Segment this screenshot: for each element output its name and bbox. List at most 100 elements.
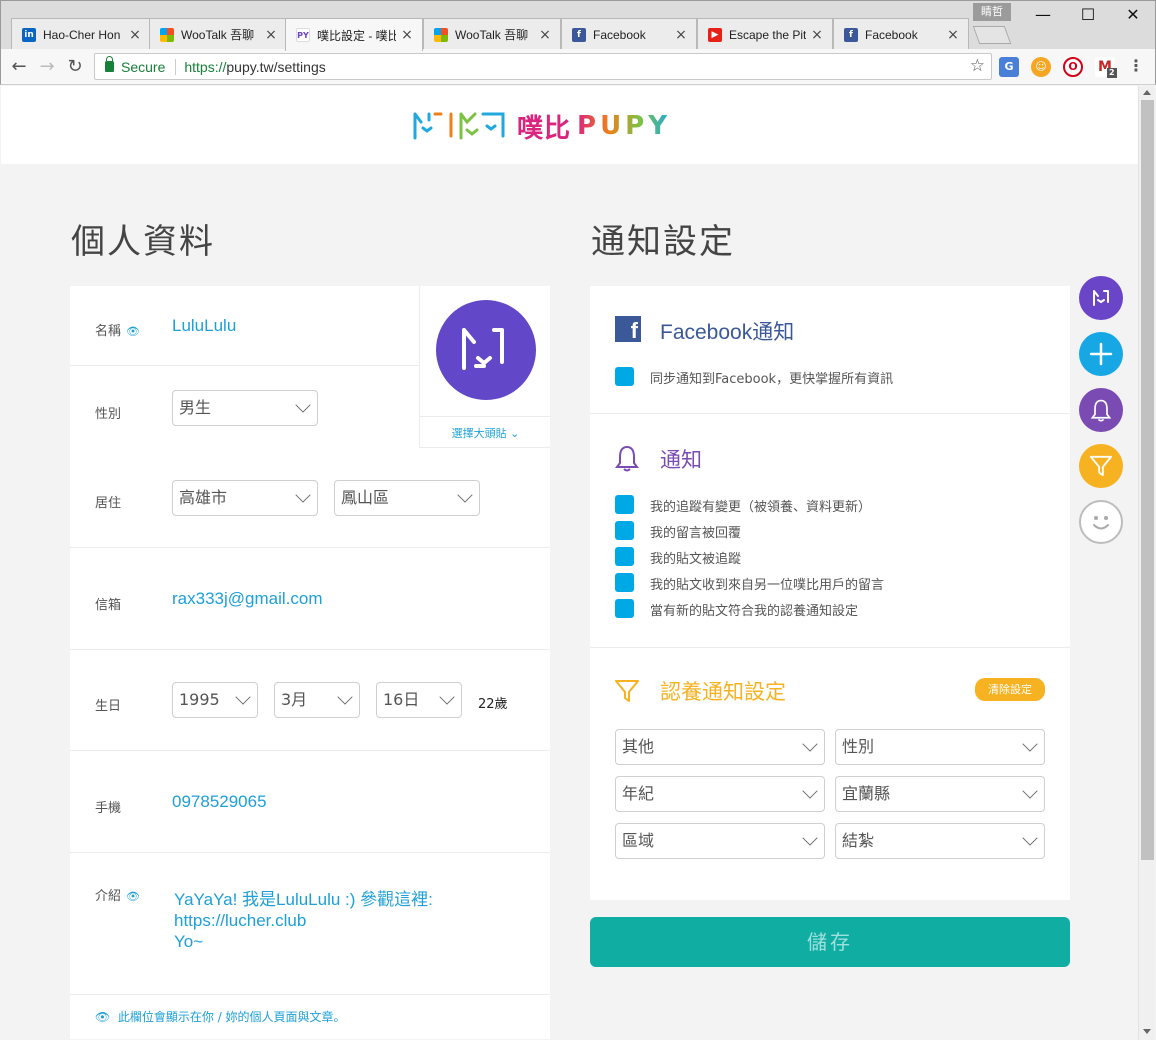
smiley-icon — [1093, 516, 1109, 530]
browser-toolbar: ← → ↻ Secure https://pupy.tw/settings ☆ … — [0, 49, 1156, 85]
youtube-icon: ▶ — [708, 27, 722, 42]
brand-latin-text: PUPY — [577, 111, 672, 141]
url-path: pupy.tw/settings — [226, 58, 326, 75]
filter-fab[interactable] — [1079, 444, 1123, 488]
add-post-fab[interactable] — [1079, 332, 1123, 376]
chevron-down-icon — [295, 487, 311, 503]
checkbox[interactable] — [615, 573, 634, 592]
city-select[interactable]: 高雄市 — [172, 480, 318, 516]
emoji-extension-icon[interactable]: ☺ — [1031, 57, 1051, 77]
day-select-value: 16日 — [383, 690, 420, 709]
page-scrollbar[interactable] — [1138, 86, 1155, 1040]
checkbox[interactable] — [615, 599, 634, 618]
address-bar[interactable]: Secure https://pupy.tw/settings ☆ — [94, 53, 992, 80]
save-button[interactable]: 儲存 — [590, 917, 1070, 967]
gender-select[interactable]: 男生 — [172, 390, 318, 426]
age-text: 22歲 — [478, 697, 508, 712]
pupy-logo[interactable]: 噗比 PUPY — [411, 106, 671, 146]
county-select-value: 宜蘭縣 — [842, 784, 891, 803]
url-scheme: https:// — [184, 58, 227, 75]
choose-avatar-text: 選擇大頭貼 — [451, 427, 507, 440]
cat-face-icon — [462, 328, 504, 370]
county-select[interactable]: 宜蘭縣 — [835, 776, 1045, 812]
opera-extension-icon[interactable]: O — [1063, 57, 1083, 77]
year-select[interactable]: 1995 — [172, 682, 258, 718]
name-row: 名稱 👁 LuluLulu — [70, 286, 419, 366]
chevron-down-icon — [802, 783, 818, 799]
close-icon[interactable]: × — [128, 27, 142, 43]
tab-title: WooTalk 吾聊 — [455, 28, 529, 42]
checkbox[interactable] — [615, 521, 634, 540]
checkbox[interactable] — [615, 367, 634, 386]
new-tab-button[interactable] — [972, 26, 1012, 44]
checkbox[interactable] — [615, 547, 634, 566]
scroll-up-arrow-icon[interactable] — [1143, 90, 1151, 95]
browser-tab-active[interactable]: PY 噗比設定 - 噗比 × — [285, 18, 423, 51]
city-select-value: 高雄市 — [179, 488, 228, 507]
chevron-down-icon — [802, 830, 818, 846]
day-select[interactable]: 16日 — [376, 682, 462, 718]
area-select[interactable]: 區域 — [615, 823, 825, 859]
sex-select[interactable]: 性別 — [835, 729, 1045, 765]
close-icon[interactable]: × — [400, 27, 414, 43]
chrome-menu-icon[interactable]: ⋮ — [1126, 57, 1146, 77]
month-select-value: 3月 — [281, 690, 308, 709]
age-select[interactable]: 年紀 — [615, 776, 825, 812]
profile-button[interactable]: 睛哲 — [973, 3, 1011, 21]
intro-textarea[interactable]: YaYaYa! 我是LuluLulu :) 參觀這裡: https://luch… — [174, 889, 433, 952]
neuter-select[interactable]: 結紮 — [835, 823, 1045, 859]
browser-tab[interactable]: ▶ Escape the Pit × — [697, 18, 833, 50]
divider — [590, 413, 1070, 414]
forward-arrow-icon[interactable]: → — [35, 55, 59, 79]
scroll-down-arrow-icon[interactable] — [1143, 1029, 1151, 1034]
tab-title: Facebook — [593, 27, 646, 42]
notifications-fab[interactable] — [1079, 388, 1123, 432]
avatar[interactable] — [436, 300, 536, 400]
close-icon[interactable]: × — [810, 27, 824, 43]
profile-card: 名稱 👁 LuluLulu 性別 男生 選擇大頭貼 ⌄ 居住 高雄市 鳳山區 信… — [70, 286, 551, 1039]
checkbox[interactable] — [615, 495, 634, 514]
cat-profile-fab[interactable] — [1079, 276, 1123, 320]
close-icon[interactable]: × — [674, 27, 688, 43]
page-viewport: 噗比 PUPY 個人資料 通知設定 名稱 👁 LuluLulu 性別 男生 選擇… — [1, 86, 1138, 1039]
facebook-notify-title: Facebook通知 — [660, 321, 795, 344]
month-select[interactable]: 3月 — [274, 682, 360, 718]
close-icon[interactable]: × — [538, 27, 552, 43]
close-icon[interactable]: × — [264, 27, 278, 43]
notify-title: 通知 — [660, 449, 702, 472]
gmail-extension-icon[interactable]: M2 — [1095, 57, 1117, 78]
birthday-label: 生日 — [95, 699, 122, 714]
browser-tab[interactable]: f Facebook × — [561, 18, 697, 50]
browser-tab[interactable]: WooTalk 吾聊 × — [149, 18, 287, 50]
close-icon[interactable]: × — [946, 27, 960, 43]
species-select[interactable]: 其他 — [615, 729, 825, 765]
maximize-icon[interactable]: ☐ — [1066, 1, 1110, 31]
facebook-icon: f — [844, 27, 858, 42]
feedback-fab[interactable] — [1079, 500, 1123, 544]
email-value[interactable]: rax333j@gmail.com — [172, 589, 322, 609]
checkbox-label: 當有新的貼文符合我的認養通知設定 — [650, 604, 859, 619]
email-label: 信箱 — [95, 598, 122, 613]
eye-icon: 👁 — [126, 890, 140, 903]
clear-settings-button[interactable]: 清除設定 — [975, 678, 1045, 701]
district-select[interactable]: 鳳山區 — [334, 480, 480, 516]
phone-value[interactable]: 0978529065 — [172, 792, 267, 812]
minimize-icon[interactable]: — — [1021, 1, 1065, 31]
email-row: 信箱 rax333j@gmail.com — [70, 548, 550, 650]
back-arrow-icon[interactable]: ← — [7, 55, 31, 79]
browser-tab[interactable]: in Hao-Cher Hon × — [11, 18, 151, 50]
browser-tab[interactable]: f Facebook × — [833, 18, 969, 50]
window-close-icon[interactable]: ✕ — [1111, 1, 1155, 31]
browser-tab[interactable]: WooTalk 吾聊 × — [423, 18, 561, 50]
bell-icon — [1090, 399, 1112, 422]
reload-icon[interactable]: ↻ — [63, 55, 87, 79]
bookmark-star-icon[interactable]: ☆ — [970, 56, 985, 76]
scrollbar-thumb[interactable] — [1141, 100, 1154, 860]
name-value[interactable]: LuluLulu — [172, 316, 236, 336]
omnibox-separator — [175, 58, 177, 75]
choose-avatar-link[interactable]: 選擇大頭貼 ⌄ — [420, 416, 551, 441]
adopt-filter-title: 認養通知設定 — [660, 681, 786, 704]
chevron-down-icon — [802, 736, 818, 752]
divider — [590, 647, 1070, 648]
translate-extension-icon[interactable]: G — [999, 57, 1019, 77]
